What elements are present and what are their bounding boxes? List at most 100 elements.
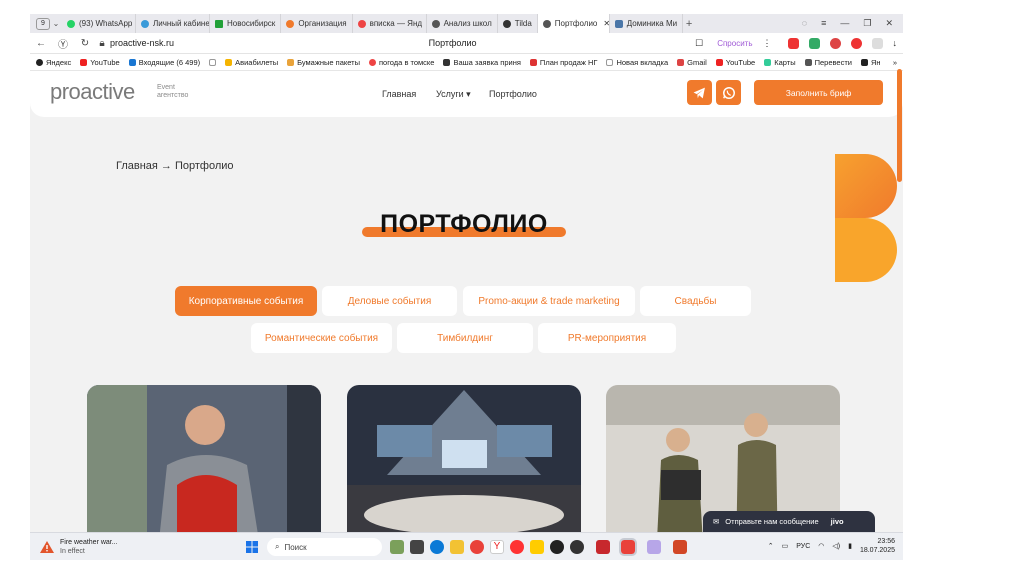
bookmark-item[interactable]: YouTube [715, 58, 755, 67]
envelope-icon: ✉ [713, 517, 720, 526]
taskbar-app-icon[interactable] [550, 540, 564, 554]
bookmark-item[interactable]: Gmail [677, 58, 707, 67]
taskbar-search-input[interactable]: ⌕ Поиск [267, 538, 382, 556]
tab-list-chevron-icon[interactable]: ⌄ [50, 19, 62, 28]
browser-tab[interactable]: Анализ школ [427, 14, 498, 33]
system-tray: ⌃ ▭ РУС ◠ ◁) ▮ 23:56 18.07.2025 [768, 537, 895, 555]
nav-services-link[interactable]: Услуги ▾ [436, 89, 471, 100]
clock[interactable]: 23:56 18.07.2025 [860, 537, 895, 555]
bookmark-item[interactable]: погода в томске [369, 58, 434, 67]
extension-icon[interactable] [829, 37, 841, 49]
bookmark-item[interactable]: Карты [764, 58, 796, 67]
taskbar-app-icon[interactable] [570, 540, 584, 554]
close-icon[interactable]: ✕ [885, 18, 893, 29]
browser-tab[interactable]: Tilda [498, 14, 538, 33]
taskview-icon[interactable] [410, 540, 424, 554]
browser-tab[interactable]: Новосибирск [210, 14, 282, 33]
filter-romantic[interactable]: Романтические события [251, 323, 392, 353]
active-browser-icon[interactable] [619, 538, 637, 556]
yandex-icon [357, 19, 366, 28]
filter-business[interactable]: Деловые события [322, 286, 457, 316]
tab-count-badge[interactable]: 9 [36, 17, 50, 30]
chrome-icon[interactable] [470, 540, 484, 554]
plane-icon [225, 58, 233, 66]
adblock-icon[interactable] [850, 37, 862, 49]
bookmark-item[interactable]: Яндекс [36, 58, 71, 67]
telegram-button[interactable] [687, 80, 712, 105]
mail-icon [128, 58, 136, 66]
site-icon [443, 58, 451, 66]
browser-tab-active[interactable]: Портфолио ✕ [537, 14, 610, 33]
vk-icon [614, 19, 623, 28]
filter-pr[interactable]: PR-мероприятия [538, 323, 676, 353]
nav-portfolio-link[interactable]: Портфолио [489, 89, 537, 99]
fill-brief-button[interactable]: Заполнить бриф [754, 80, 883, 105]
taskbar-app-icon[interactable] [530, 540, 544, 554]
display-icon[interactable]: ▭ [782, 542, 789, 550]
extension-icon[interactable] [871, 37, 883, 49]
new-tab-button[interactable]: + [683, 18, 695, 30]
tilda-icon [502, 19, 511, 28]
taskbar-app-icon[interactable] [647, 540, 661, 554]
battery-icon[interactable]: ▮ [848, 542, 852, 550]
download-icon[interactable]: ↓ [893, 38, 898, 48]
telegram-icon [693, 87, 705, 98]
bookmark-item[interactable]: Перевести [804, 58, 852, 67]
bookmark-item[interactable]: Авиабилеты [225, 58, 278, 67]
taskbar-app-icon[interactable] [596, 540, 610, 554]
yandex-icon [860, 58, 868, 66]
bookmark-item[interactable]: YouTube [80, 58, 120, 67]
browser-tab[interactable]: (93) WhatsApp [62, 14, 136, 33]
browser-tab[interactable]: вписка — Янд [353, 14, 427, 33]
folder-icon[interactable] [450, 540, 464, 554]
bookmark-icon[interactable]: ☐ [695, 38, 703, 49]
ask-button[interactable]: Спросить [717, 39, 752, 48]
bookmark-item[interactable]: Бумажные пакеты [287, 58, 360, 67]
yandex-browser-icon[interactable]: Y [490, 540, 504, 554]
back-arrow-icon[interactable]: ← [30, 38, 52, 49]
filter-promo[interactable]: Promo-акции & trade marketing [463, 286, 635, 316]
restore-icon[interactable]: ❐ [863, 18, 871, 29]
windows-start-icon[interactable] [246, 541, 258, 553]
browser-tab[interactable]: Организация [281, 14, 353, 33]
nav-home-link[interactable]: Главная [382, 89, 416, 99]
weather-widget[interactable]: Fire weather war... In effect [40, 538, 240, 556]
edge-icon[interactable] [430, 540, 444, 554]
bookmark-item[interactable]: Новая вкладка [606, 58, 668, 67]
taskbar-app-icon[interactable] [390, 540, 404, 554]
browser-tab[interactable]: Доминика Ми [610, 14, 684, 33]
filter-corporate[interactable]: Корпоративные события [175, 286, 317, 316]
bookmark-item[interactable] [209, 58, 217, 66]
bookmark-item[interactable]: Ваша заявка приня [443, 58, 521, 67]
whatsapp-button[interactable] [716, 80, 741, 105]
bookmark-item[interactable]: Входящие (6 499) [128, 58, 200, 67]
more-bookmarks-icon[interactable]: » [893, 58, 897, 67]
bookmark-item[interactable]: План продаж НГ [529, 58, 597, 67]
powerpoint-icon[interactable] [673, 540, 687, 554]
chevron-up-icon[interactable]: ⌃ [768, 542, 774, 550]
reload-icon[interactable]: ↻ [74, 38, 96, 49]
bookmark-item[interactable]: Ян [860, 58, 881, 67]
site-logo[interactable]: proactive [50, 79, 135, 105]
extension-icon[interactable] [808, 37, 820, 49]
profile-icon[interactable]: ◌ [802, 18, 807, 29]
filter-teambuilding[interactable]: Тимбилдинг [397, 323, 533, 353]
wifi-icon[interactable]: ◠ [818, 542, 824, 550]
chat-widget-button[interactable]: ✉ Отправьте нам сообщение jivo [703, 511, 875, 532]
more-icon[interactable]: ⋮ [763, 38, 772, 49]
extension-icon[interactable] [787, 37, 799, 49]
menu-icon[interactable]: ≡ [821, 18, 826, 29]
volume-icon[interactable]: ◁) [832, 542, 840, 550]
minimize-icon[interactable]: — [840, 18, 849, 29]
filter-weddings[interactable]: Свадьбы [640, 286, 751, 316]
youtube-icon [715, 58, 723, 66]
yandex-home-icon[interactable]: Ⓨ [52, 36, 74, 51]
yandex-icon[interactable] [510, 540, 524, 554]
language-indicator[interactable]: РУС [796, 543, 810, 550]
logo-subtitle: Event агентство [157, 84, 189, 99]
page-title-label: Портфолио [428, 38, 477, 48]
page-icon [606, 58, 614, 66]
url-field[interactable]: proactive-nsk.ru [110, 38, 330, 48]
window-controls: ◌ ≡ — ❐ ✕ [802, 18, 903, 29]
browser-tab[interactable]: Личный кабинет [136, 14, 210, 33]
